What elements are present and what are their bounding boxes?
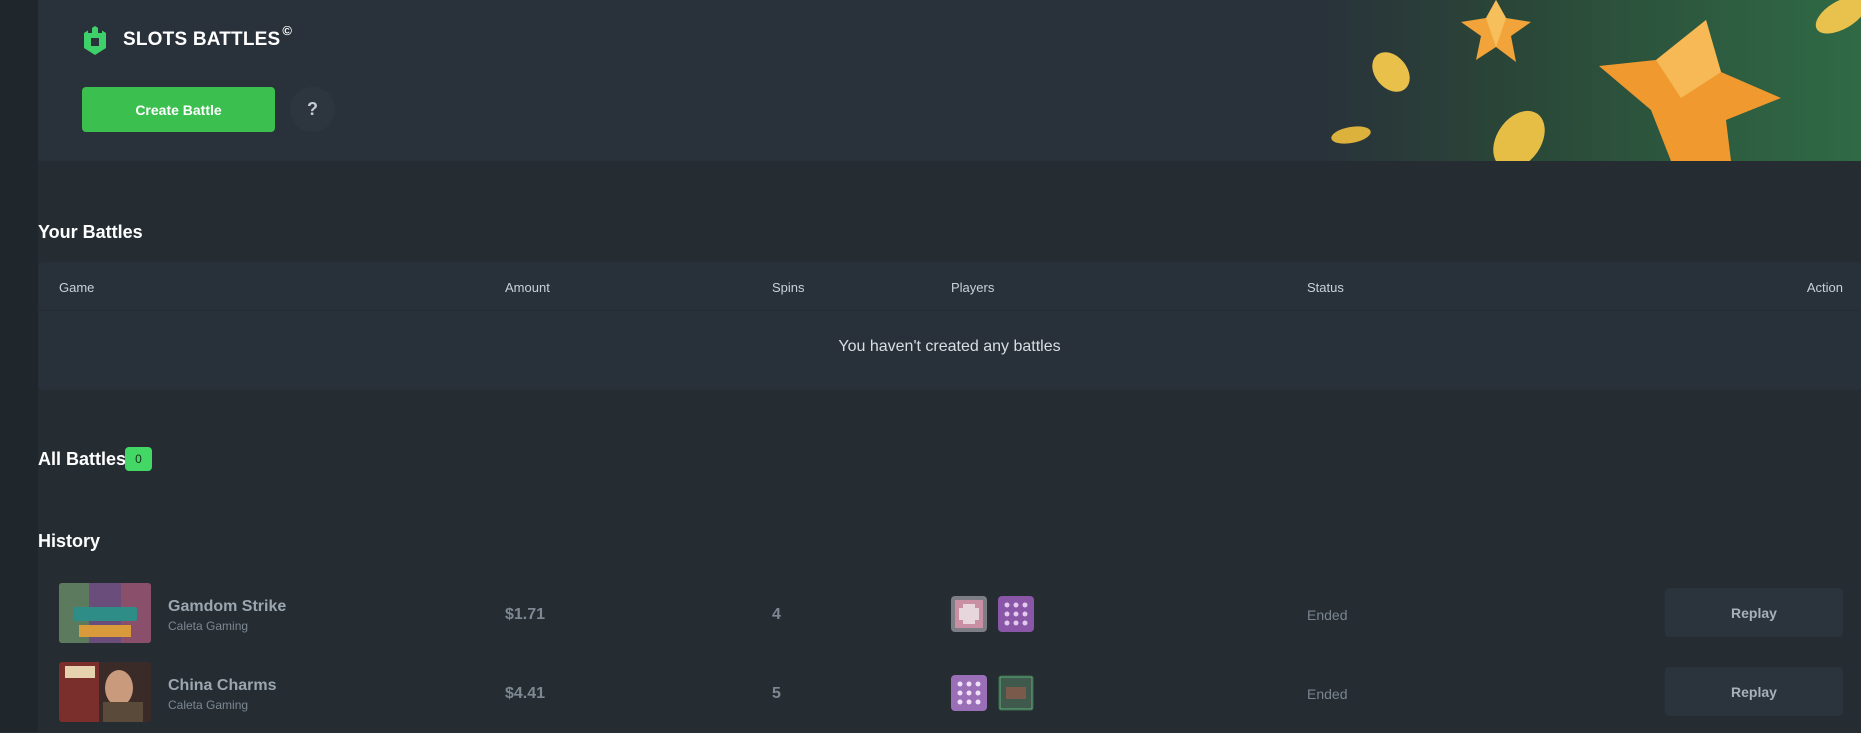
replay-button[interactable]: Replay bbox=[1665, 667, 1843, 716]
table-header: Game Amount Spins Players Status Action bbox=[38, 262, 1861, 311]
game-thumbnail[interactable] bbox=[59, 583, 151, 643]
bet-amount: $1.71 bbox=[505, 606, 546, 623]
column-players: Players bbox=[951, 280, 995, 295]
history-title: History bbox=[38, 531, 101, 551]
column-status: Status bbox=[1307, 280, 1344, 295]
column-action: Action bbox=[1806, 280, 1843, 295]
player-avatar[interactable] bbox=[998, 596, 1034, 632]
empty-state-text: You haven't created any battles bbox=[838, 338, 1061, 355]
battles-count-badge: 0 bbox=[125, 447, 152, 471]
spins-count: 5 bbox=[772, 685, 781, 702]
game-name[interactable]: China Charms bbox=[168, 677, 276, 695]
history-row: Gamdom Strike Caleta Gaming $1.71 4 Ende… bbox=[38, 575, 1861, 654]
your-battles-title: Your Battles bbox=[38, 222, 143, 242]
bet-amount: $4.41 bbox=[505, 685, 546, 702]
brand: SLOTS BATTLES © bbox=[82, 22, 293, 56]
game-name[interactable]: Gamdom Strike bbox=[168, 598, 286, 616]
copyright-mark: © bbox=[282, 22, 293, 38]
player-avatar[interactable] bbox=[951, 596, 987, 632]
your-battles-table: Game Amount Spins Players Status Action … bbox=[38, 262, 1861, 390]
hero-banner: SLOTS BATTLES © Create Battle ? bbox=[38, 0, 1861, 161]
replay-button[interactable]: Replay bbox=[1665, 588, 1843, 637]
column-amount: Amount bbox=[505, 280, 550, 295]
hero-art bbox=[1321, 0, 1861, 161]
stars-and-coins-illustration bbox=[1331, 0, 1861, 161]
battle-status: Ended bbox=[1307, 686, 1348, 702]
battle-status: Ended bbox=[1307, 607, 1348, 623]
player-avatar[interactable] bbox=[998, 675, 1034, 711]
column-spins: Spins bbox=[772, 280, 805, 295]
history-row: China Charms Caleta Gaming $4.41 5 Ended… bbox=[38, 654, 1861, 733]
help-button[interactable]: ? bbox=[290, 87, 335, 132]
player-avatar[interactable] bbox=[951, 675, 987, 711]
create-battle-button[interactable]: Create Battle bbox=[82, 87, 275, 132]
game-provider: Caleta Gaming bbox=[168, 698, 249, 712]
all-battles-title: All Battles bbox=[38, 449, 127, 469]
column-game: Game bbox=[59, 280, 95, 295]
left-rail bbox=[0, 0, 38, 732]
brand-title: SLOTS BATTLES bbox=[123, 29, 281, 50]
spins-count: 4 bbox=[772, 606, 781, 623]
game-thumbnail[interactable] bbox=[59, 662, 151, 722]
castle-icon bbox=[84, 26, 106, 55]
game-provider: Caleta Gaming bbox=[168, 619, 249, 633]
